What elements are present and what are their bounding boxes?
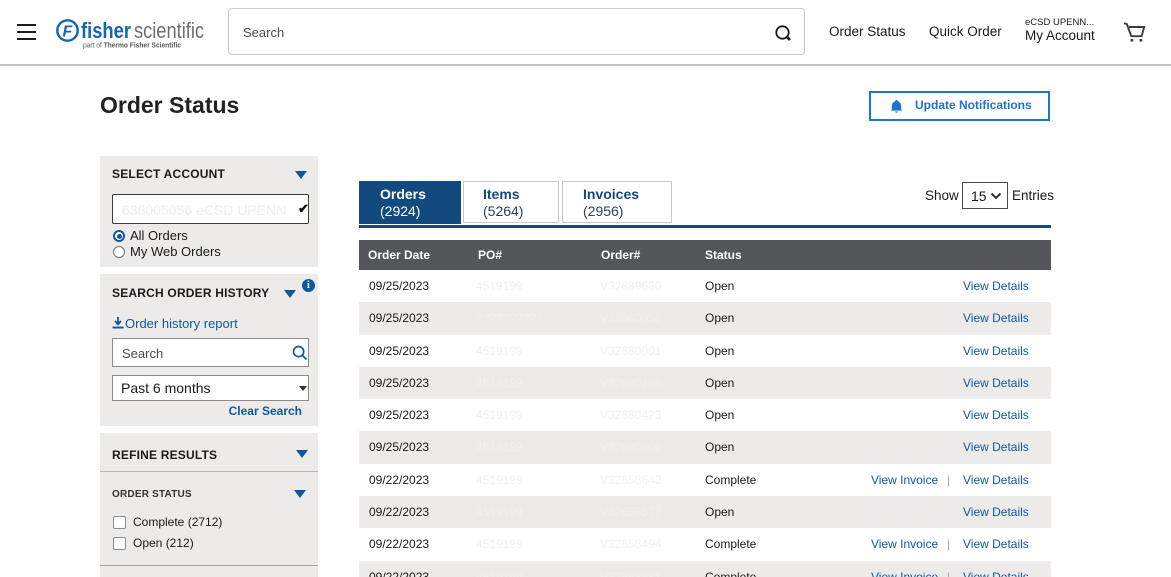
svg-text:F: F bbox=[63, 24, 74, 41]
svg-text:scientific: scientific bbox=[134, 18, 204, 43]
svg-text:part of Thermo Fisher Scientif: part of Thermo Fisher Scientific bbox=[83, 41, 181, 50]
svg-text:fisher: fisher bbox=[81, 18, 131, 43]
